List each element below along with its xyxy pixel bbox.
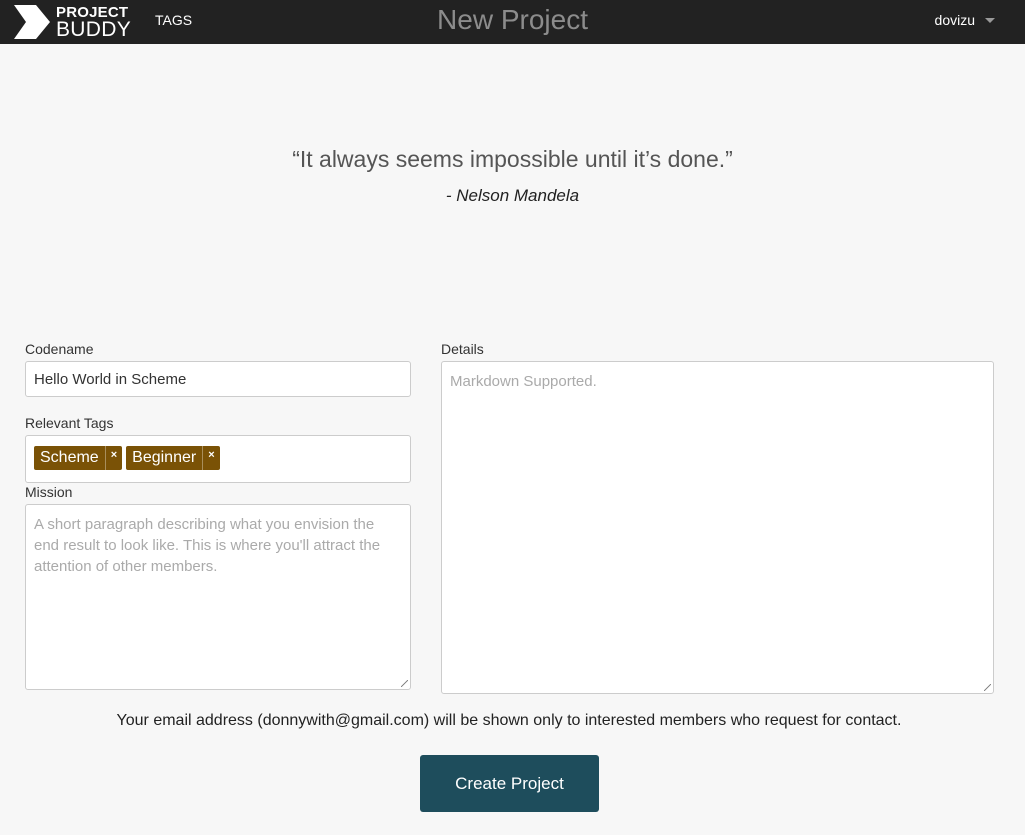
codename-input[interactable]: Hello World in Scheme: [25, 361, 411, 397]
mission-label: Mission: [25, 484, 73, 500]
quote-author: - Nelson Mandela: [445, 186, 580, 205]
tag-label: Scheme: [40, 449, 99, 466]
quote-text: “It always seems impossible until it’s d…: [292, 146, 733, 172]
username: dovizu: [934, 12, 975, 28]
tag-remove-icon[interactable]: ×: [202, 446, 219, 470]
codename-label: Codename: [25, 341, 94, 357]
logo-chevron-icon: [14, 5, 50, 39]
resize-handle-icon[interactable]: [401, 680, 408, 687]
details-label: Details: [441, 341, 484, 357]
details-textarea[interactable]: Markdown Supported.: [441, 361, 994, 694]
tags-input[interactable]: Scheme × Beginner ×: [25, 435, 411, 483]
create-project-button[interactable]: Create Project: [420, 755, 599, 812]
page-title: New Project: [437, 4, 588, 35]
codename-value: Hello World in Scheme: [34, 370, 187, 388]
tag-chip-scheme: Scheme ×: [34, 446, 123, 470]
tags-label: Relevant Tags: [25, 415, 114, 431]
user-menu[interactable]: dovizu: [935, 12, 995, 28]
logo-line-2: BUDDY: [56, 18, 132, 41]
email-notice: Your email address (donnywith@gmail.com)…: [116, 712, 902, 729]
mission-placeholder: A short paragraph describing what you en…: [34, 516, 381, 575]
tag-chip-beginner: Beginner ×: [126, 446, 220, 470]
logo[interactable]: PROJECT BUDDY: [14, 4, 131, 40]
details-placeholder: Markdown Supported.: [450, 373, 597, 390]
nav-tags-link[interactable]: TAGS: [155, 12, 192, 28]
resize-handle-icon[interactable]: [984, 684, 991, 691]
caret-down-icon: [985, 17, 995, 23]
tag-label: Beginner: [132, 449, 197, 466]
tag-remove-icon[interactable]: ×: [104, 446, 122, 470]
navbar: PROJECT BUDDY TAGS New Project dovizu: [0, 0, 1025, 44]
mission-textarea[interactable]: A short paragraph describing what you en…: [25, 504, 411, 690]
